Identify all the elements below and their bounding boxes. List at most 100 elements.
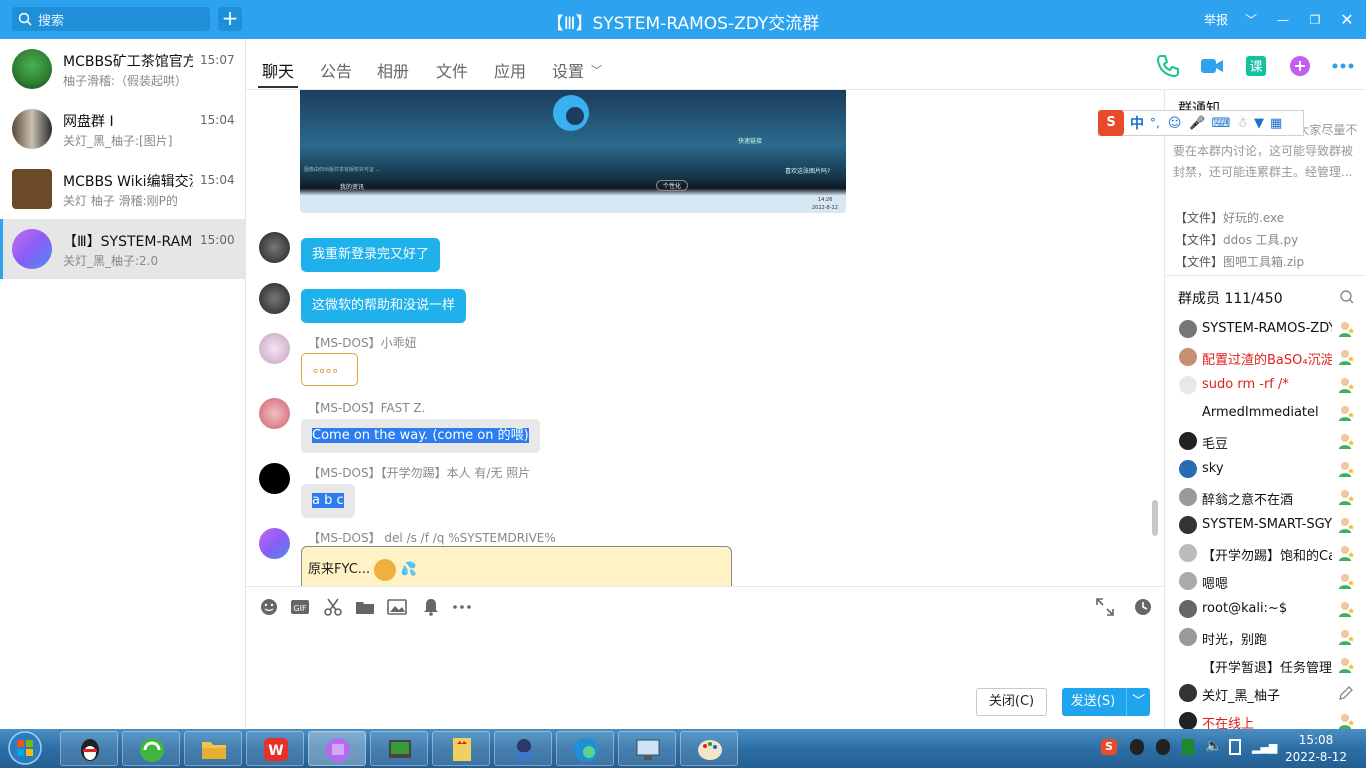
ime-punctuation[interactable]: °, (1150, 116, 1160, 130)
app-tray-icon[interactable] (1182, 739, 1194, 755)
member-item[interactable]: 毛豆 (1165, 427, 1366, 455)
tab-announcements[interactable]: 公告 (320, 58, 352, 82)
report-link[interactable]: 举报 (1204, 11, 1228, 28)
taskbar-360[interactable] (122, 731, 180, 766)
file-item[interactable]: 【文件】图吧工具箱.zip (1175, 253, 1304, 270)
taskbar-qq[interactable] (60, 731, 118, 766)
member-item[interactable]: 醉翁之意不在酒 (1165, 483, 1366, 511)
image-message[interactable]: 快速链接 喜欢这张图片吗? 图像由你出版并享有版权许可证 ... 我的资讯 个性… (300, 90, 846, 213)
avatar[interactable] (259, 528, 290, 559)
qq-tray-icon[interactable] (1130, 739, 1144, 755)
member-item[interactable]: 关灯_黑_柚子 (1165, 679, 1366, 707)
video-call-icon[interactable] (1199, 53, 1225, 79)
sogou-tray-icon[interactable]: S (1101, 739, 1117, 755)
folder-icon[interactable] (355, 597, 375, 617)
phone-call-icon[interactable] (1155, 53, 1181, 79)
message-bubble[interactable]: Come on the way. (come on 的喂) (301, 419, 540, 453)
taskbar-app-7[interactable] (432, 731, 490, 766)
message-bubble[interactable]: 。。。。 (301, 353, 358, 386)
minimize-button[interactable]: — (1274, 13, 1292, 27)
taskbar-app-8[interactable] (494, 731, 552, 766)
message-bubble[interactable]: 我重新登录完又好了 (301, 238, 441, 272)
chevron-down-icon[interactable]: ﹀ (1242, 11, 1260, 28)
scissors-icon[interactable] (323, 597, 343, 617)
member-item[interactable]: sudo rm -rf /* (1165, 371, 1366, 399)
avatar[interactable] (259, 283, 290, 314)
member-item[interactable]: ArmedImmediatel (1165, 399, 1366, 427)
taskbar-app-6[interactable] (370, 731, 428, 766)
expand-icon[interactable] (1095, 597, 1115, 617)
member-item[interactable]: SYSTEM-RAMOS-ZDY (1165, 315, 1366, 343)
member-level-icon (1337, 376, 1355, 394)
chat-scrollbar[interactable] (1152, 500, 1158, 536)
search-icon[interactable] (1339, 289, 1355, 305)
taskbar-app-10[interactable] (618, 731, 676, 766)
group-chat-icon (326, 738, 350, 762)
member-item[interactable]: 时光，别跑 (1165, 623, 1366, 651)
microphone-icon[interactable]: 🎤 (1189, 116, 1205, 131)
volume-icon[interactable]: 🔈 (1205, 738, 1222, 754)
sogou-logo-icon[interactable]: S (1098, 110, 1124, 136)
file-item[interactable]: 【文件】ddos 工具.py (1175, 231, 1298, 248)
avatar[interactable] (259, 463, 290, 494)
taskbar-group-chat[interactable] (308, 731, 366, 766)
image-icon[interactable] (387, 597, 407, 617)
network-signal-icon[interactable]: ▂▄▆ (1252, 741, 1277, 754)
windows-start-icon[interactable] (4, 730, 46, 767)
member-item[interactable]: sky (1165, 455, 1366, 483)
avatar[interactable] (259, 333, 290, 364)
file-item[interactable]: 【文件】好玩的.exe (1175, 209, 1284, 226)
user-icon[interactable]: ☃ (1236, 116, 1248, 131)
add-app-icon[interactable] (1287, 53, 1313, 79)
message-bubble[interactable]: 这微软的帮助和没说一样 (301, 289, 467, 323)
tab-settings[interactable]: 设置 (552, 58, 584, 82)
keyboard-icon[interactable]: ⌨ (1212, 116, 1231, 131)
qq-tray-icon-2[interactable] (1156, 739, 1170, 755)
taskbar-paint[interactable] (680, 731, 738, 766)
message-bubble[interactable]: 原来FYC... 💦 (301, 546, 732, 586)
close-button[interactable]: 关闭(C) (976, 688, 1047, 716)
chevron-down-icon[interactable]: ﹀ (1126, 688, 1150, 716)
emoji-icon[interactable]: ☺ (1168, 116, 1182, 131)
chat-tabs: 聊天 公告 相册 文件 应用 设置 ﹀ (246, 39, 1366, 90)
ime-language[interactable]: 中 (1130, 113, 1144, 133)
avatar[interactable] (259, 232, 290, 263)
sender-name: 【MS-DOS】【开学勿踢】本人 有/无 照片 (308, 466, 531, 480)
conversation-item[interactable]: 网盘群 I 15:04 关灯_黑_柚子:[图片] (0, 99, 245, 159)
device-tray-icon[interactable] (1229, 739, 1241, 755)
history-clock-icon[interactable] (1133, 597, 1153, 617)
maximize-button[interactable]: ❐ (1306, 13, 1324, 27)
message-bubble[interactable]: a b c (301, 484, 355, 518)
member-item[interactable]: SYSTEM-SMART-SGY (1165, 511, 1366, 539)
member-name: SYSTEM-RAMOS-ZDY (1202, 321, 1332, 336)
shirt-icon[interactable]: ▼ (1254, 116, 1264, 131)
member-item[interactable]: root@kali:~$ (1165, 595, 1366, 623)
bell-icon[interactable] (421, 597, 441, 617)
tab-chat[interactable]: 聊天 (262, 58, 294, 82)
avatar[interactable] (259, 398, 290, 429)
taskbar-clock[interactable]: 15:08 2022-8-12 (1280, 732, 1352, 766)
tab-files[interactable]: 文件 (436, 58, 468, 82)
member-item[interactable]: 【开学暂退】任务管理器 (1165, 651, 1366, 679)
taskbar-wps[interactable]: W (246, 731, 304, 766)
more-tools-icon[interactable] (452, 597, 472, 617)
conversation-item[interactable]: MCBBS矿工茶馆官方 15:07 柚子滑稽:（假装起哄） (0, 39, 245, 99)
taskbar-edge[interactable] (556, 731, 614, 766)
like-image-text: 喜欢这张图片吗? (785, 168, 831, 175)
taskbar-explorer[interactable] (184, 731, 242, 766)
send-button[interactable]: 发送(S) ﹀ (1062, 688, 1150, 716)
member-item[interactable]: 嗯嗯 (1165, 567, 1366, 595)
gif-icon[interactable]: GIF (290, 597, 310, 617)
member-item[interactable]: 配置过渣的BaSO₄沉淀 (1165, 343, 1366, 371)
tab-apps[interactable]: 应用 (494, 58, 526, 82)
member-item[interactable]: 【开学勿踢】饱和的Ca (1165, 539, 1366, 567)
more-icon[interactable] (1330, 53, 1356, 79)
conversation-item[interactable]: MCBBS Wiki编辑交流 15:04 关灯 柚子 滑稽:刚P的 (0, 159, 245, 219)
tab-album[interactable]: 相册 (377, 58, 409, 82)
grid-icon[interactable]: ▦ (1270, 116, 1282, 131)
emoji-icon[interactable] (259, 597, 279, 617)
conversation-item-active[interactable]: 【Ⅲ】SYSTEM-RAMOS 15:00 关灯_黑_柚子:2.0 (0, 219, 245, 279)
chevron-down-icon[interactable]: ﹀ (591, 62, 602, 78)
close-window-button[interactable]: ✕ (1338, 10, 1356, 29)
class-icon[interactable]: 课 (1243, 53, 1269, 79)
